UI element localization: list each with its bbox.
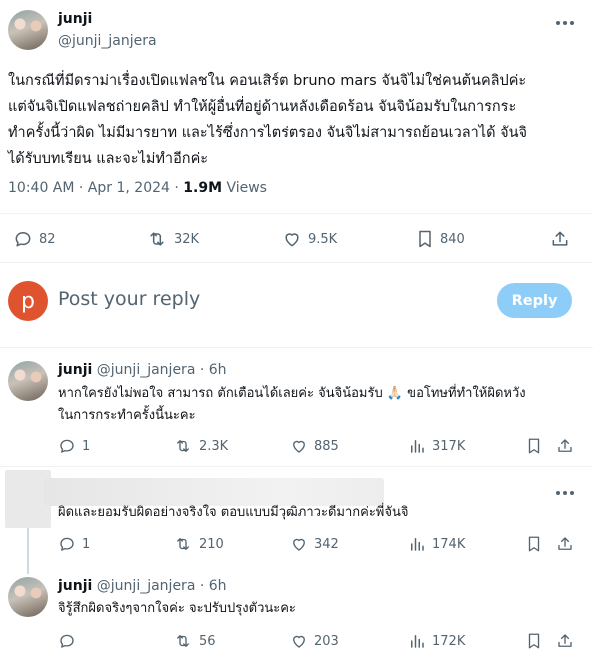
repost-count: 32K <box>174 231 200 247</box>
share-icon[interactable] <box>550 229 570 249</box>
like-action[interactable]: 203 <box>290 632 339 650</box>
share-icon[interactable] <box>556 632 574 650</box>
reply-avatar[interactable] <box>8 577 48 617</box>
divider <box>0 466 593 467</box>
like-action[interactable]: 342 <box>290 535 339 553</box>
tweet-text-line: แต่จันจิเปิดแฟลชถ่ายคลิป ทำให้ผู้อื่นที่… <box>8 99 517 115</box>
reply-icon <box>60 439 74 453</box>
compose-avatar-letter: p <box>21 288 35 314</box>
reply-count: 82 <box>39 231 56 247</box>
repost-icon <box>177 635 189 647</box>
like-action[interactable]: 885 <box>290 437 339 455</box>
like-count: 885 <box>314 438 339 454</box>
repost-icon <box>150 232 164 246</box>
reply-count: 1 <box>82 536 91 552</box>
reply-icon <box>60 537 74 551</box>
reply-icon <box>60 634 74 648</box>
compose-avatar: p <box>8 281 48 321</box>
bookmark-icon[interactable] <box>526 437 542 455</box>
tweet-text-line: ในกรณีที่มีดราม่าเรื่องเปิดแฟลชใน คอนเสิ… <box>8 73 527 89</box>
reply-action[interactable] <box>58 632 82 650</box>
repost-count: 56 <box>199 633 216 649</box>
heart-icon <box>293 440 305 453</box>
repost-action[interactable]: 210 <box>173 535 224 553</box>
reply-header: junji @junji_janjera · 6h <box>58 578 227 594</box>
reply-text: ผิดและยอมรับผิดอย่างจริงใจ ตอบแบบมีวุฒิภ… <box>58 505 409 520</box>
like-count: 9.5K <box>308 231 338 247</box>
repost-count: 2.3K <box>199 438 229 454</box>
views-count: 174K <box>432 536 466 552</box>
reply-action[interactable]: 82 <box>13 229 56 249</box>
heart-icon <box>285 233 299 247</box>
reply-input[interactable]: Post your reply <box>58 288 200 310</box>
share-icon[interactable] <box>556 535 574 553</box>
heart-icon <box>293 538 305 551</box>
reply-button[interactable]: Reply <box>497 283 572 318</box>
share-icon[interactable] <box>556 437 574 455</box>
reply-action[interactable]: 1 <box>58 535 90 553</box>
reply-avatar[interactable] <box>8 361 48 401</box>
repost-action[interactable]: 2.3K <box>173 437 228 455</box>
divider <box>0 262 593 263</box>
reply-text: จิรู้สึกผิดจริงๆจากใจค่ะ จะปรับปรุงตัวนะ… <box>58 601 296 616</box>
tweet-text-line: ได้รับบทเรียน และจะไม่ทำอีกค่ะ <box>8 151 209 167</box>
reply-author-handle[interactable]: @junji_janjera · 6h <box>97 578 227 594</box>
reply-count: 1 <box>82 438 91 454</box>
bookmark-action[interactable]: 840 <box>416 229 465 249</box>
like-count: 342 <box>314 536 339 552</box>
bookmark-icon <box>419 230 431 248</box>
tweet-meta: 10:40 AM · Apr 1, 2024 · 1.9M Views <box>8 180 267 196</box>
reply-header: junji @junji_janjera · 6h <box>58 362 227 378</box>
views-action[interactable]: 317K <box>408 437 465 455</box>
like-count: 203 <box>314 633 339 649</box>
views-action[interactable]: 172K <box>408 632 465 650</box>
views-icon <box>411 635 424 648</box>
bookmark-icon[interactable] <box>526 535 542 553</box>
reply-text-line: ในการกระทำครั้งนี้นะคะ <box>58 408 196 423</box>
author-handle[interactable]: @junji_janjera <box>58 33 157 49</box>
bookmark-count: 840 <box>440 231 465 247</box>
reply-text-line: หากใครยังไม่พอใจ สามารถ ตักเตือนได้เลยค่… <box>58 386 526 401</box>
reply-author-name[interactable]: junji <box>58 578 92 594</box>
divider <box>0 347 593 348</box>
reply-action[interactable]: 1 <box>58 437 90 455</box>
reply-icon <box>15 232 31 247</box>
tweet-timestamp[interactable]: 10:40 AM · Apr 1, 2024 · <box>8 180 183 196</box>
author-avatar[interactable] <box>8 10 48 50</box>
views-count: 172K <box>432 633 466 649</box>
divider <box>0 213 593 214</box>
thread-line <box>27 528 29 574</box>
tweet-text-line: ทำครั้งนี้ว่าผิด ไม่มีมารยาท และไร้ซึ่งก… <box>8 125 527 141</box>
like-action[interactable]: 9.5K <box>282 229 337 249</box>
repost-action[interactable]: 32K <box>146 229 199 249</box>
views-icon <box>411 440 424 453</box>
heart-icon <box>293 635 305 648</box>
views-count: 317K <box>432 438 466 454</box>
author-name[interactable]: junji <box>58 11 92 27</box>
reply-author-name[interactable]: junji <box>58 362 92 378</box>
bookmark-icon[interactable] <box>526 632 542 650</box>
views-icon <box>411 538 424 551</box>
tweet-text: ในกรณีที่มีดราม่าเรื่องเปิดแฟลชใน คอนเสิ… <box>8 68 588 172</box>
more-options-icon[interactable] <box>555 16 575 30</box>
views-action[interactable]: 174K <box>408 535 465 553</box>
views-label: Views <box>226 180 267 196</box>
repost-action[interactable]: 56 <box>173 632 216 650</box>
repost-count: 210 <box>199 536 224 552</box>
more-options-icon[interactable] <box>555 486 575 500</box>
repost-icon <box>177 440 189 452</box>
repost-icon <box>177 538 189 550</box>
reply-author-handle[interactable]: @junji_janjera · 6h <box>97 362 227 378</box>
reply-text: หากใครยังไม่พอใจ สามารถ ตักเตือนได้เลยค่… <box>58 383 526 427</box>
views-count: 1.9M <box>183 180 222 196</box>
